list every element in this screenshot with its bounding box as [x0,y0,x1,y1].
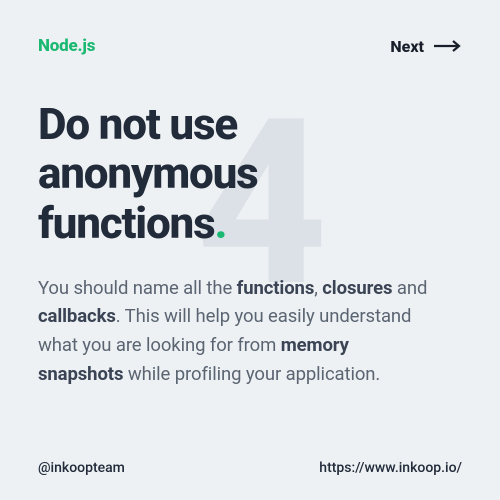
title-line-2: anonymous [38,147,258,199]
body-bold-closures: closures [322,277,392,299]
arrow-right-icon [434,40,462,52]
body-paragraph: You should name all the functions, closu… [38,274,438,389]
body-bold-callbacks: callbacks [38,305,116,327]
main-content: Do not use anonymous functions. You shou… [38,100,462,388]
title-line-1: Do not use [38,98,237,150]
body-text-span: and [392,277,427,299]
next-button[interactable]: Next [390,37,462,56]
next-label: Next [390,37,424,56]
social-handle[interactable]: @inkoopteam [38,460,125,476]
category-label: Node.js [38,36,95,56]
header: Node.js Next [38,36,462,56]
title-line-3: functions [38,197,214,249]
body-text-span: while profiling your application. [123,363,380,385]
title-accent-dot: . [214,197,226,249]
body-bold-functions: functions [237,277,315,299]
footer: @inkoopteam https://www.inkoop.io/ [38,460,462,476]
body-text-span: You should name all the [38,277,237,299]
page-title: Do not use anonymous functions. [38,100,462,248]
website-url[interactable]: https://www.inkoop.io/ [319,460,462,476]
